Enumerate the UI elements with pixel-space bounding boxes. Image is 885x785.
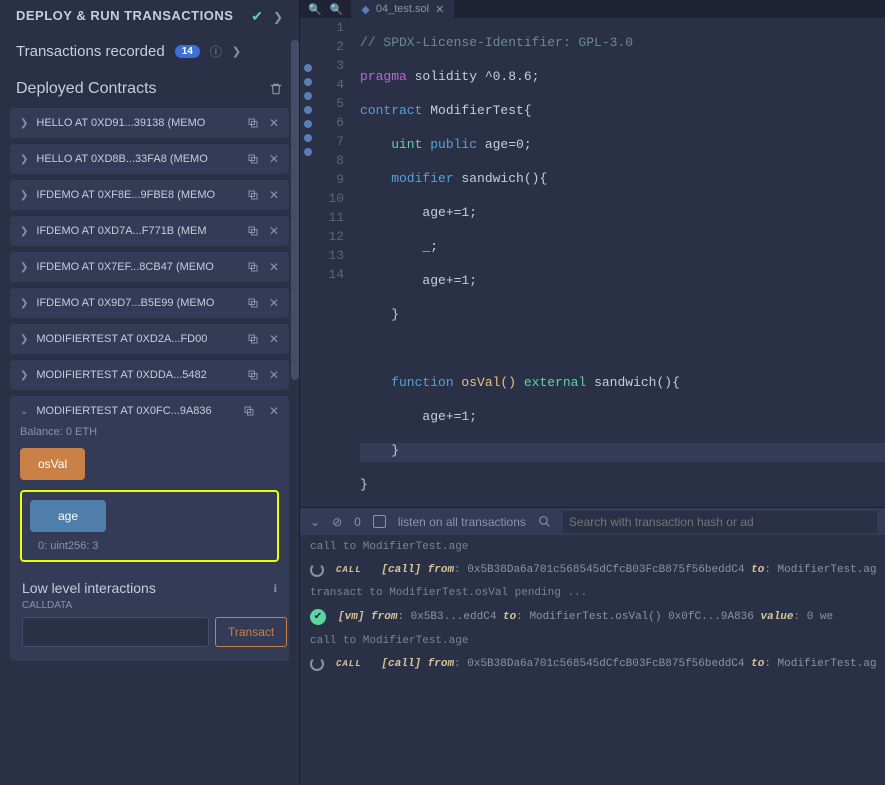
contract-label: MODIFIERTEST AT 0XD2A...FD00	[36, 333, 239, 345]
terminal-line: call to ModifierTest.age	[310, 635, 877, 647]
copy-icon[interactable]	[247, 224, 259, 238]
close-icon[interactable]: ✕	[269, 404, 279, 418]
contract-label: IFDEMO AT 0X7EF...8CB47 (MEMO	[36, 261, 239, 273]
contract-item[interactable]: ❯ IFDEMO AT 0XF8E...9FBE8 (MEMO ✕	[10, 180, 289, 210]
copy-icon[interactable]	[247, 260, 259, 274]
chevrons-down-icon[interactable]: ⌄	[310, 515, 320, 529]
chevron-right-icon: ❯	[20, 226, 28, 237]
spinner-icon	[310, 657, 324, 671]
success-icon: ✔	[310, 609, 326, 625]
breakpoint-icon[interactable]	[304, 92, 312, 100]
copy-icon[interactable]	[243, 405, 255, 417]
zoom-out-icon[interactable]: 🔍	[308, 3, 322, 16]
pending-count: 0	[354, 515, 361, 529]
breakpoint-icon[interactable]	[304, 106, 312, 114]
contract-item[interactable]: ❯ HELLO AT 0XD8B...33FA8 (MEMO ✕	[10, 144, 289, 174]
chevron-right-icon: ❯	[20, 298, 28, 309]
breakpoint-icon[interactable]	[304, 148, 312, 156]
copy-icon[interactable]	[247, 332, 259, 346]
chevron-right-icon: ❯	[20, 118, 28, 129]
calldata-label: CALLDATA	[22, 600, 277, 611]
contract-label: MODIFIERTEST AT 0X0FC...9A836	[36, 405, 235, 417]
close-icon[interactable]: ✕	[269, 296, 279, 310]
search-icon[interactable]	[538, 515, 551, 528]
zoom-in-icon[interactable]: 🔍	[330, 3, 344, 16]
chevron-right-icon: ❯	[20, 190, 28, 201]
spinner-icon	[310, 563, 324, 577]
copy-icon[interactable]	[247, 188, 259, 202]
panel-title: DEPLOY & RUN TRANSACTIONS	[16, 8, 233, 23]
deployed-title: Deployed Contracts	[16, 80, 157, 98]
breakpoint-icon[interactable]	[304, 120, 312, 128]
close-icon[interactable]: ✕	[269, 332, 279, 346]
code-editor[interactable]: 1234 5678 9101112 1314 // SPDX-License-I…	[300, 18, 885, 507]
breakpoint-icon[interactable]	[304, 78, 312, 86]
close-icon[interactable]: ✕	[269, 368, 279, 382]
transact-button[interactable]: Transact	[215, 617, 287, 647]
contract-item[interactable]: ❯ MODIFIERTEST AT 0XDDA...5482 ✕	[10, 360, 289, 390]
line-gutter: 1234 5678 9101112 1314	[316, 18, 352, 507]
copy-icon[interactable]	[247, 116, 259, 130]
close-icon[interactable]: ✕	[269, 188, 279, 202]
check-icon[interactable]: ✔	[251, 8, 263, 25]
age-button[interactable]: age	[30, 500, 106, 532]
contract-item[interactable]: ❯ IFDEMO AT 0XD7A...F771B (MEM ✕	[10, 216, 289, 246]
listen-checkbox[interactable]	[373, 515, 386, 528]
osval-button[interactable]: osVal	[20, 448, 85, 480]
terminal-output[interactable]: call to ModifierTest.age CALL [call] fro…	[300, 535, 885, 785]
scrollbar[interactable]	[291, 40, 299, 380]
info-icon[interactable]: i	[274, 581, 277, 596]
tab-filename: 04_test.sol	[376, 3, 429, 15]
terminal-line: CALL [call] from: 0x5B38Da6a701c568545dC…	[310, 657, 877, 671]
ban-icon[interactable]: ⊘	[332, 515, 342, 529]
copy-icon[interactable]	[247, 296, 259, 310]
editor-tab[interactable]: ◆ 04_test.sol ✕	[351, 0, 454, 18]
chevron-right-icon: ❯	[20, 154, 28, 165]
close-icon[interactable]: ✕	[269, 116, 279, 130]
contract-label: HELLO AT 0XD8B...33FA8 (MEMO	[36, 153, 239, 165]
close-icon[interactable]: ✕	[269, 260, 279, 274]
terminal-search-input[interactable]	[563, 511, 877, 533]
contract-label: IFDEMO AT 0XF8E...9FBE8 (MEMO	[36, 189, 239, 201]
breakpoint-icon[interactable]	[304, 134, 312, 142]
transactions-count: 14	[175, 45, 200, 58]
breakpoint-icon[interactable]	[304, 64, 312, 72]
calldata-input[interactable]	[22, 617, 209, 647]
contract-item-expanded: ⌄ MODIFIERTEST AT 0X0FC...9A836 ✕ Balanc…	[10, 396, 289, 661]
close-icon[interactable]: ✕	[269, 224, 279, 238]
close-tab-icon[interactable]: ✕	[435, 3, 444, 16]
balance-label: Balance: 0 ETH	[20, 426, 279, 438]
contract-item[interactable]: ❯ IFDEMO AT 0X7EF...8CB47 (MEMO ✕	[10, 252, 289, 282]
contract-label: IFDEMO AT 0X9D7...B5E99 (MEMO	[36, 297, 239, 309]
trash-icon[interactable]	[269, 82, 283, 96]
age-highlight-box: age 0: uint256: 3	[20, 490, 279, 562]
copy-icon[interactable]	[247, 152, 259, 166]
listen-label: listen on all transactions	[398, 515, 526, 529]
chevron-right-icon[interactable]: ❯	[273, 10, 283, 24]
terminal-line: call to ModifierTest.age	[310, 541, 877, 553]
contract-item[interactable]: ❯ MODIFIERTEST AT 0XD2A...FD00 ✕	[10, 324, 289, 354]
terminal-line: CALL [call] from: 0x5B38Da6a701c568545dC…	[310, 563, 877, 577]
contract-label: MODIFIERTEST AT 0XDDA...5482	[36, 369, 239, 381]
chevron-right-icon: ❯	[20, 262, 28, 273]
close-icon[interactable]: ✕	[269, 152, 279, 166]
code-content[interactable]: // SPDX-License-Identifier: GPL-3.0 prag…	[352, 18, 885, 507]
transactions-label: Transactions recorded	[16, 43, 165, 60]
info-icon[interactable]: ⓘ	[210, 43, 222, 60]
solidity-icon: ◆	[361, 3, 369, 16]
terminal-line: ✔ [vm] from: 0x5B3...eddC4 to: ModifierT…	[310, 609, 877, 625]
contract-label: IFDEMO AT 0XD7A...F771B (MEM	[36, 225, 239, 237]
copy-icon[interactable]	[247, 368, 259, 382]
low-level-title: Low level interactions	[22, 580, 156, 596]
chevron-down-icon[interactable]: ⌄	[20, 406, 28, 417]
age-result: 0: uint256: 3	[38, 540, 267, 552]
chevron-right-icon: ❯	[20, 334, 28, 345]
contract-item[interactable]: ❯ HELLO AT 0XD91...39138 (MEMO ✕	[10, 108, 289, 138]
chevron-right-icon: ❯	[20, 370, 28, 381]
contract-label: HELLO AT 0XD91...39138 (MEMO	[36, 117, 239, 129]
contract-item[interactable]: ❯ IFDEMO AT 0X9D7...B5E99 (MEMO ✕	[10, 288, 289, 318]
chevron-right-icon[interactable]: ❯	[232, 45, 241, 58]
terminal-line: transact to ModifierTest.osVal pending .…	[310, 587, 877, 599]
